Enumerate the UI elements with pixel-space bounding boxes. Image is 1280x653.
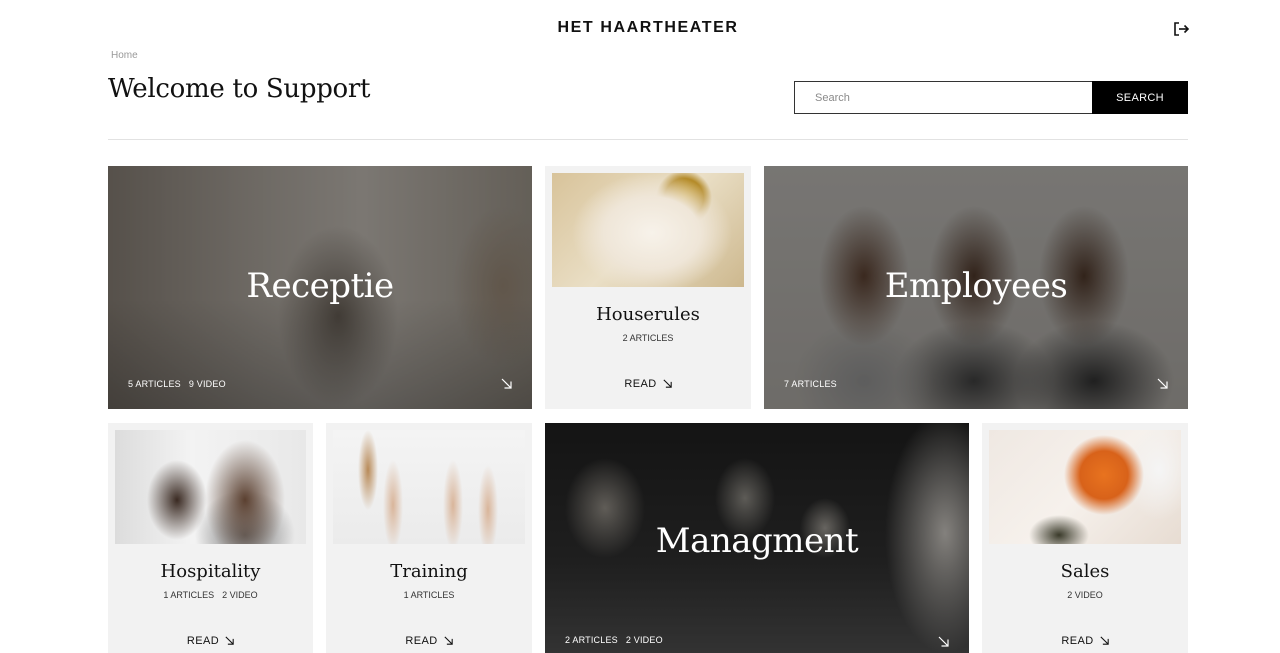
employees-meta: 7 ARTICLES bbox=[784, 379, 837, 389]
sales-read-label: READ bbox=[1061, 635, 1094, 647]
category-card-training[interactable]: Training 1 ARTICLES READ bbox=[326, 423, 532, 653]
logout-icon[interactable] bbox=[1172, 20, 1190, 38]
sales-photo bbox=[989, 430, 1181, 544]
search-bar: SEARCH bbox=[794, 81, 1188, 114]
receptie-article-count: 5 ARTICLES bbox=[128, 379, 181, 389]
page-title: Welcome to Support bbox=[108, 74, 371, 104]
category-card-sales[interactable]: Sales 2 VIDEO READ bbox=[982, 423, 1188, 653]
category-card-managment[interactable]: Managment 2 ARTICLES 2 VIDEO bbox=[545, 423, 969, 653]
search-input[interactable] bbox=[794, 81, 1092, 114]
training-read-label: READ bbox=[405, 635, 438, 647]
training-meta: 1 ARTICLES bbox=[326, 590, 532, 600]
hospitality-article-count: 1 ARTICLES bbox=[163, 590, 215, 600]
houserules-read-label: READ bbox=[624, 378, 657, 390]
category-card-employees[interactable]: Employees 7 ARTICLES bbox=[764, 166, 1188, 409]
receptie-video-count: 9 VIDEO bbox=[188, 379, 226, 389]
houserules-read-link[interactable]: READ bbox=[545, 378, 751, 390]
houserules-title: Houserules bbox=[596, 304, 700, 325]
hospitality-read-link[interactable]: READ bbox=[108, 635, 313, 647]
employees-article-count: 7 ARTICLES bbox=[784, 379, 837, 389]
training-title: Training bbox=[390, 561, 468, 582]
hospitality-video-count: 2 VIDEO bbox=[222, 590, 258, 600]
hospitality-title: Hospitality bbox=[160, 561, 261, 582]
arrow-down-right-icon bbox=[663, 379, 672, 388]
receptie-meta: 5 ARTICLES 9 VIDEO bbox=[128, 379, 226, 389]
sales-read-link[interactable]: READ bbox=[982, 635, 1188, 647]
arrow-down-right-icon bbox=[501, 378, 512, 389]
hospitality-read-label: READ bbox=[186, 635, 220, 647]
breadcrumb-home[interactable]: Home bbox=[111, 50, 138, 61]
hospitality-meta: 1 ARTICLES 2 VIDEO bbox=[108, 590, 313, 600]
receptie-title: Receptie bbox=[246, 266, 394, 306]
sales-meta: 2 VIDEO bbox=[982, 590, 1188, 600]
arrow-down-right-icon bbox=[444, 636, 453, 645]
arrow-down-right-icon bbox=[225, 636, 234, 645]
header-divider bbox=[108, 139, 1188, 140]
arrow-down-right-icon bbox=[1157, 378, 1168, 389]
sales-title: Sales bbox=[1060, 561, 1110, 582]
employees-title: Employees bbox=[884, 266, 1068, 306]
arrow-down-right-icon bbox=[938, 636, 949, 647]
managment-title: Managment bbox=[655, 521, 859, 561]
houserules-meta: 2 ARTICLES bbox=[545, 333, 751, 343]
search-button[interactable]: SEARCH bbox=[1092, 81, 1188, 114]
managment-meta: 2 ARTICLES 2 VIDEO bbox=[565, 635, 663, 645]
training-read-link[interactable]: READ bbox=[326, 635, 532, 647]
training-article-count: 1 ARTICLES bbox=[403, 590, 455, 600]
houserules-article-count: 2 ARTICLES bbox=[622, 333, 674, 343]
training-photo bbox=[333, 430, 525, 544]
managment-video-count: 2 VIDEO bbox=[625, 635, 663, 645]
category-card-hospitality[interactable]: Hospitality 1 ARTICLES 2 VIDEO READ bbox=[108, 423, 313, 653]
hospitality-photo bbox=[115, 430, 306, 544]
brand-logo-text[interactable]: HET HAARTHEATER bbox=[0, 19, 1280, 37]
category-card-houserules[interactable]: Houserules 2 ARTICLES READ bbox=[545, 166, 751, 409]
arrow-down-right-icon bbox=[1100, 636, 1109, 645]
houserules-photo bbox=[552, 173, 744, 287]
managment-article-count: 2 ARTICLES bbox=[565, 635, 618, 645]
category-card-receptie[interactable]: Receptie 5 ARTICLES 9 VIDEO bbox=[108, 166, 532, 409]
sales-video-count: 2 VIDEO bbox=[1067, 590, 1103, 600]
